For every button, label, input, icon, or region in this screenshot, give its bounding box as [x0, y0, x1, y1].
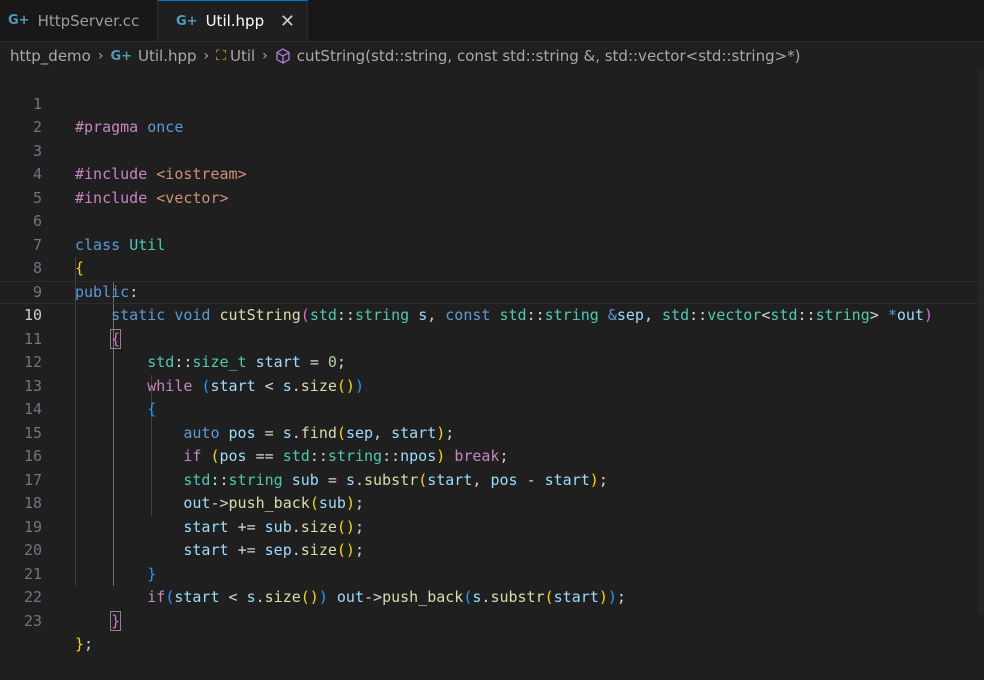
class-icon: ⛶: [216, 48, 226, 64]
code-line: 4 #include <vector>: [0, 140, 984, 207]
code-line: 19 start += sep.size();: [0, 492, 984, 560]
cpp-file-icon: G+: [8, 13, 30, 28]
tab-bar: G+ HttpServer.cc G+ Util.hpp ✕: [0, 0, 984, 42]
tab-label: HttpServer.cc: [37, 11, 140, 30]
code-line: 5: [0, 163, 984, 207]
code-line: 2: [0, 93, 984, 136]
breadcrumb: http_demo › G+ Util.hpp › ⛶ Util › cutSt…: [0, 42, 984, 70]
chevron-right-icon: ›: [203, 48, 210, 64]
code-line: 15 if (pos == std::string::npos) break;: [0, 398, 984, 466]
code-line: 3 #include <iostream>: [0, 116, 984, 184]
chevron-right-icon: ›: [97, 48, 104, 64]
line-number: 23: [23, 611, 42, 630]
tab-httpserver-cc[interactable]: G+ HttpServer.cc: [0, 0, 158, 41]
code-line: 16 std::string sub = s.substr(start, pos…: [0, 422, 984, 489]
code-line: 7 {: [0, 210, 984, 278]
code-line: 12 while (start < s.size()): [0, 328, 984, 395]
code-line: 21 if(start < s.size()) out->push_back(s…: [0, 539, 984, 607]
cpp-header-icon: G+: [110, 48, 133, 64]
code-text: }: [110, 610, 122, 631]
code-line: 22 }: [0, 563, 984, 631]
code-line: 18 start += sub.size();: [0, 469, 984, 536]
close-icon[interactable]: ✕: [280, 11, 295, 32]
code-line: 14 auto pos = s.find(sep, start);: [0, 375, 984, 442]
code-line: 8 public:: [0, 234, 984, 301]
code-line: 1 #pragma once: [0, 69, 984, 137]
breadcrumb-symbol[interactable]: cutString(std::string, const std::string…: [297, 47, 801, 65]
code-line: 6 class Util: [0, 187, 984, 254]
code-line: 13 {: [0, 351, 984, 419]
chevron-right-icon: ›: [262, 48, 268, 64]
tab-util-hpp[interactable]: G+ Util.hpp ✕: [158, 0, 308, 41]
method-icon: [275, 48, 291, 64]
code-line: 17 out->push_back(sub);: [0, 445, 984, 513]
cpp-header-icon: G+: [176, 13, 198, 29]
code-line-current: 10 {: [0, 281, 984, 349]
breadcrumb-folder[interactable]: http_demo: [10, 47, 91, 65]
code-text: };: [75, 635, 94, 653]
breadcrumb-file[interactable]: Util.hpp: [138, 47, 197, 65]
vertical-scrollbar[interactable]: [978, 69, 984, 614]
code-editor[interactable]: 1 #pragma once 2 3 #include <iostream> 4…: [0, 69, 984, 654]
tab-label: Util.hpp: [205, 12, 265, 30]
code-line: 9 static void cutString(std::string s, c…: [0, 257, 984, 325]
code-line: 20 }: [0, 516, 984, 583]
code-line: 23 };: [0, 586, 984, 654]
breadcrumb-class[interactable]: Util: [230, 47, 255, 65]
code-line: 11 std::size_t start = 0;: [0, 304, 984, 372]
